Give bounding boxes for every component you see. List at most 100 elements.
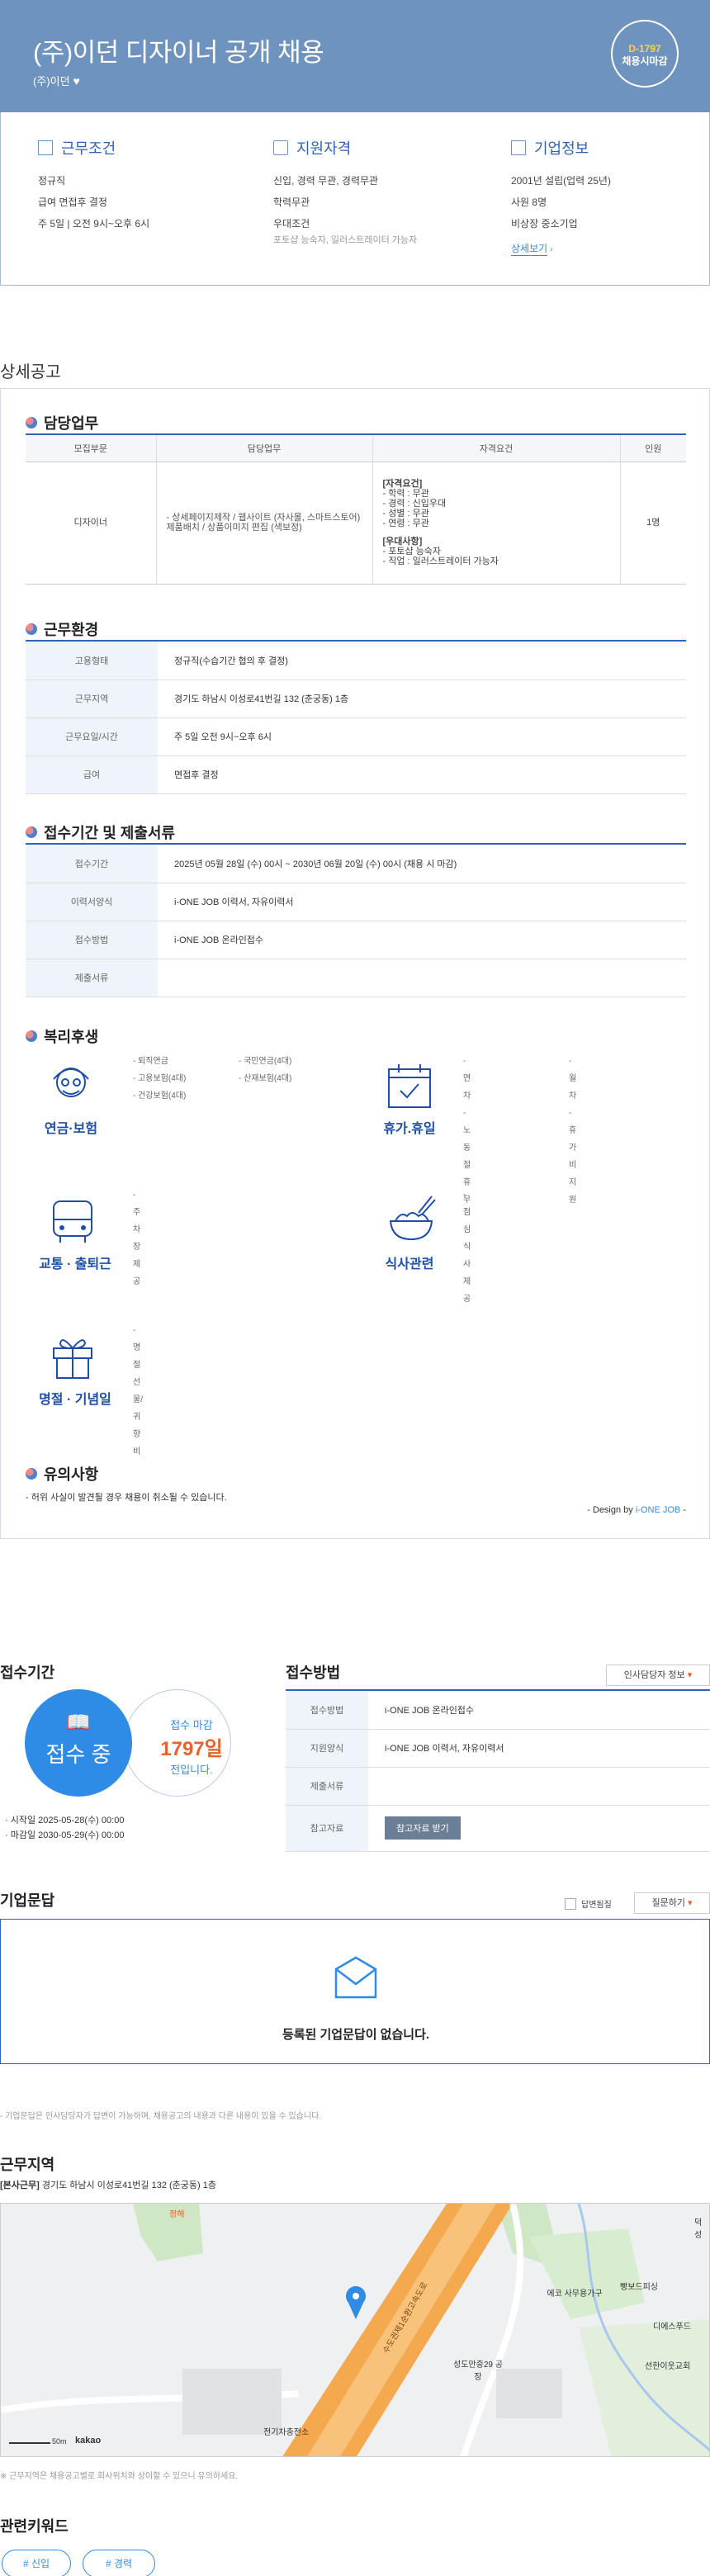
job-title: (주)이던 디자이너 공개 채용 [33,38,324,67]
notice-text: - 허위 사실이 발견될 경우 채용이 취소될 수 있습니다. [26,1493,227,1503]
col-header: 인원 [620,435,686,462]
welfare-items: - 명절선물/귀향비 [133,1322,143,1461]
qa-note: - 기업문답은 인사담당자가 답변이 가능하며, 채용공고의 내용과 다른 내용… [0,2112,322,2121]
answered-filter[interactable]: 답변됨질 [565,1897,612,1910]
detail-box: 담당업무 모집부문 담당업무 자격요건 인원 디자이너 - 상세페이지제작 / … [0,388,710,1539]
keyword-tag[interactable]: # 신입 [2,2550,71,2576]
bullet-icon [26,623,37,635]
row-value: 경기도 하남시 이성로41번길 132 (춘궁동) 1층 [158,680,686,718]
section-title: 접수기간 및 제출서류 [44,825,176,841]
map-label: 디에스푸드 [653,2323,691,2332]
map-label: 에코 사무용가구 [547,2290,603,2299]
section-title: 복리후생 [44,1029,99,1045]
map-label: 정해 [169,2210,185,2219]
col-header: 자격요건 [372,435,621,462]
design-credit: - Design by i-ONE JOB - [587,1505,686,1515]
summary-line: 신입, 경력 무관, 경력무관 [273,175,379,187]
dday-count: D-1797 [628,43,661,54]
summary-work: 근무조건 정규직 급여 면접후 결정 주 5일 | 오전 9시~오후 6시 [38,137,149,239]
row-value: 2025년 05월 28일 (수) 00시 ~ 2030년 06월 20일 (수… [158,845,686,883]
summary-sub: 포토샵 능숙자, 일러스트레이터 가능자 [273,235,418,245]
req-item: - 경력 : 신입우대 [382,499,447,509]
keyboard-icon [273,140,288,155]
company-name[interactable]: (주)이던 ♥ [33,73,80,88]
summary-line: 2001년 설립(업력 25년) [511,175,611,187]
duty-part: 디자이너 [26,462,157,585]
checkbox[interactable] [565,1897,576,1910]
map-label: 성도만중29 공장 [453,2361,503,2382]
heart-icon[interactable]: ♥ [73,74,80,88]
bullet-icon [26,1030,37,1042]
env-section: 근무환경 고용형태 정규직(수습기간 협의 후 결정) 근무지역 경기도 하남시 이… [26,618,686,794]
keywords-title: 관련키워드 [0,2518,69,2535]
row-value: 주 5일 오전 9시~오후 6시 [158,717,686,756]
summary-line: 급여 면접후 결정 [38,197,107,208]
qa-box: 등록된 기업문답이 없습니다. [0,1919,710,2064]
duty-section: 담당업무 모집부문 담당업무 자격요건 인원 디자이너 - 상세페이지제작 / … [26,412,686,585]
welfare-item: - 휴가비지원 [569,1109,577,1205]
calendar-icon [388,1064,431,1108]
chevron-down-icon: ▾ [688,1898,693,1908]
welfare-items: - 주차장제공 [133,1186,140,1290]
row-value: i-ONE JOB 온라인접수 [368,1691,710,1730]
deadline-suffix: 전입니다. [170,1764,213,1776]
qa-title: 기업문답 [0,1892,55,1909]
location-title: 근무지역 [0,2157,55,2173]
row-key: 접수기간 [26,845,158,883]
summary-line: 비상장 중소기업 [511,218,578,230]
map-label: 선한이웃교회 [645,2362,691,2371]
status-circle: 📖 접수 중 [25,1689,132,1797]
row-value: 정규직(수습기간 협의 후 결정) [158,642,686,680]
bus-icon [53,1200,92,1243]
method-title: 접수방법 [286,1664,341,1681]
section-title: 근무환경 [44,622,99,638]
welfare-item: - 주차장제공 [133,1191,141,1286]
map[interactable]: 수도권제1순환고속도로 빵보드피싱 에코 사무용가구 디에스푸드 선한이웃교회 … [0,2203,710,2457]
welfare-item: - 퇴직연금 [133,1057,168,1066]
row-key: 접수방법 [26,921,158,959]
bullet-icon [26,1468,37,1480]
bullet-icon [26,826,37,838]
contact-info-button[interactable]: 인사담당자 정보 ▾ [606,1664,710,1686]
chevron-right-icon: › [547,245,553,254]
apply-section: 접수기간 및 제출서류 접수기간 2025년 05월 28일 (수) 00시 ~ … [26,822,686,997]
notice-section: 유의사항 - 허위 사실이 발견될 경우 채용이 취소될 수 있습니다. - D… [26,1462,686,1515]
req-title: [자격요건] [382,479,423,489]
duty-task: - 상세페이지제작 / 웹사이트 (자사몰, 스마트스토어)제품배치 / 상품이… [156,462,373,585]
welfare-item: - 점심식사제공 [463,1191,471,1304]
summary-company-title: 기업정보 [534,140,589,157]
duty-requirements: [자격요건] - 학력 : 무관 - 경력 : 신입우대 - 성별 : 무관 -… [372,462,621,585]
welfare-item: - 국민연금(4대) [239,1057,292,1066]
row-key: 근무요일/시간 [26,717,158,756]
req-item: - 학력 : 무관 [382,489,429,499]
method-table: 접수방법 i-ONE JOB 온라인접수 지원양식 i-ONE JOB 이력서, 자… [286,1689,710,1852]
row-key: 접수방법 [286,1691,368,1730]
welfare-label: 명절 · 기념일 [39,1393,111,1407]
row-key: 제출서류 [26,959,158,997]
welfare-item: - 건강보험(4대) [133,1091,187,1101]
row-key: 근무지역 [26,680,158,718]
end-date: · 마감일 2030-05-29(수) 00:00 [5,1830,125,1840]
summary-box: 근무조건 정규직 급여 면접후 결정 주 5일 | 오전 9시~오후 6시 지원… [0,112,710,286]
apply-table: 접수기간 2025년 05월 28일 (수) 00시 ~ 2030년 06월 20… [26,845,686,997]
req-item: - 성별 : 무관 [382,509,429,519]
reference-download-button[interactable]: 참고자료 받기 [385,1816,461,1840]
keyword-tag[interactable]: # 경력 [83,2550,155,2576]
kakao-logo: kakao [75,2436,102,2446]
pref-item: - 포토샵 능숙자 [382,547,442,556]
welfare-items: - 점심식사제공 [463,1186,471,1308]
col-header: 모집부문 [26,435,157,462]
deadline-label: 접수 마감 [170,1719,213,1731]
row-key: 고용형태 [26,642,158,680]
row-value: i-ONE JOB 온라인접수 [158,921,686,959]
row-value: 면접후 결정 [158,755,686,794]
welfare-items: - 월차 - 휴가비지원 [569,1053,576,1209]
map-canvas[interactable] [1,2204,710,2457]
company-detail-link[interactable]: 상세보기 [511,241,548,256]
book-icon: 📖 [66,1712,91,1734]
welfare-label: 교통 · 출퇴근 [39,1257,111,1271]
ask-button[interactable]: 질문하기 ▾ [634,1892,710,1914]
welfare-items: - 국민연금(4대) - 산재보험(4대) [239,1053,354,1087]
deadline-circle: 접수 마감 1797일 전입니다. [124,1689,231,1797]
row-key: 지원양식 [286,1729,368,1768]
